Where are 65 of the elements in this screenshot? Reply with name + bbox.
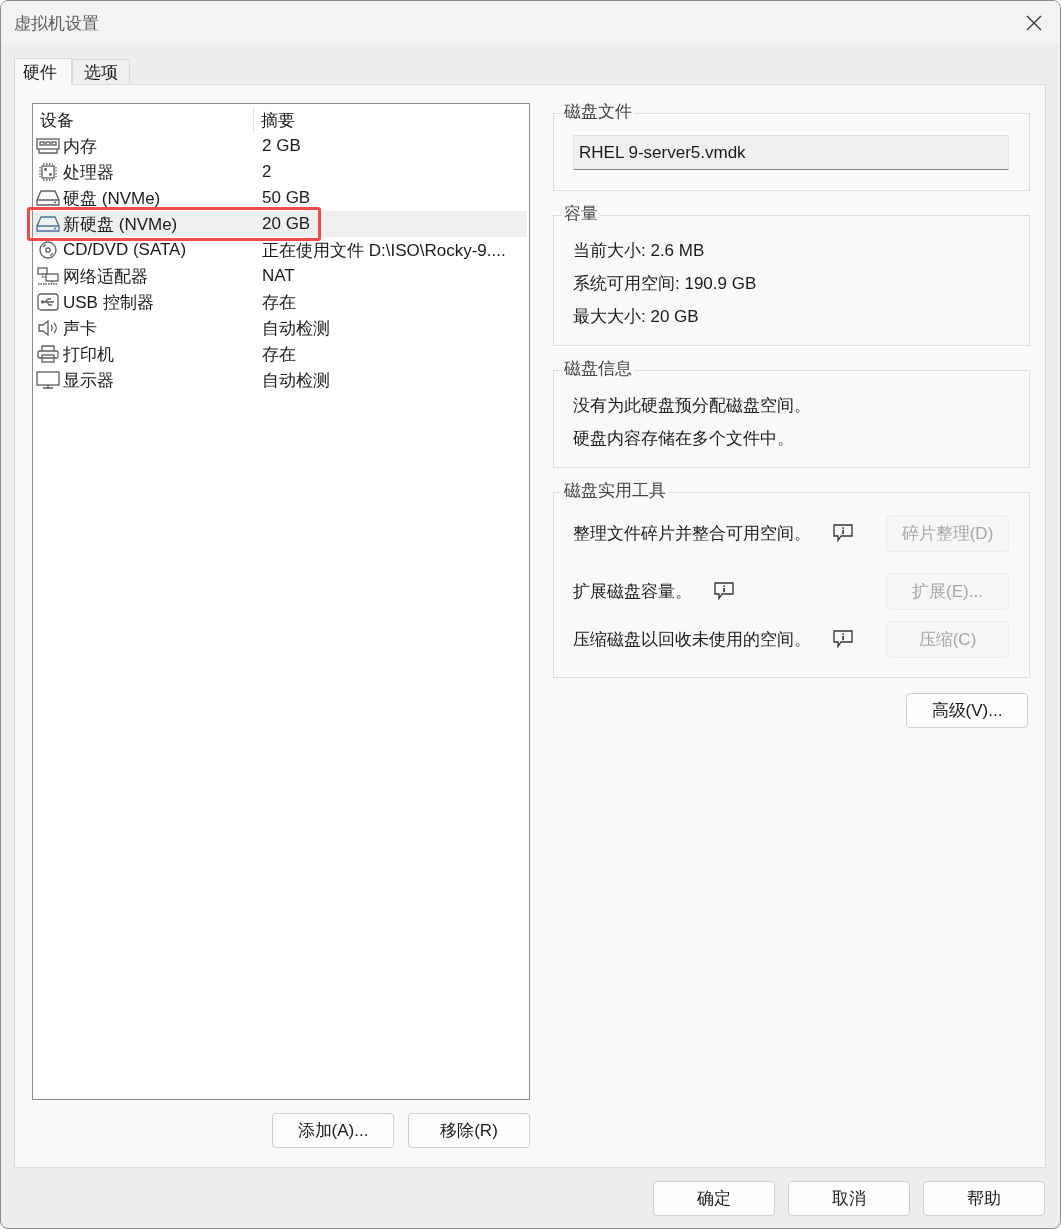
chip-icon xyxy=(36,163,60,181)
device-summary: 存在 xyxy=(261,343,297,366)
tab[interactable]: 选项 xyxy=(72,59,130,84)
device-name: 处理器 xyxy=(63,161,114,184)
device-summary: 自动检测 xyxy=(261,369,331,392)
group-title: 磁盘文件 xyxy=(562,102,634,122)
device-name: USB 控制器 xyxy=(63,291,154,314)
group-title: 磁盘信息 xyxy=(562,359,634,379)
column-header: 摘要 xyxy=(260,109,296,132)
tab[interactable]: 硬件 xyxy=(14,58,72,85)
device-row[interactable]: 处理器 2 xyxy=(33,159,527,185)
monitor-icon xyxy=(36,371,60,389)
device-row[interactable]: 声卡 自动检测 xyxy=(33,315,527,341)
device-name: 显示器 xyxy=(63,369,114,392)
device-name: 新硬盘 (NVMe) xyxy=(63,213,178,236)
info-text: 没有为此硬盘预分配磁盘空间。 xyxy=(573,395,812,417)
device-row[interactable]: 显示器 自动检测 xyxy=(33,367,527,393)
info-icon[interactable] xyxy=(714,582,734,600)
device-summary: 自动检测 xyxy=(261,317,331,340)
disc-icon xyxy=(36,241,60,259)
advanced-button[interactable]: 高级(V)... xyxy=(906,693,1028,728)
device-row[interactable]: CD/DVD (SATA) 正在使用文件 D:\ISO\Rocky-9.... xyxy=(33,237,527,263)
device-name: 打印机 xyxy=(63,343,114,366)
device-summary: 正在使用文件 D:\ISO\Rocky-9.... xyxy=(261,239,507,262)
capacity-text: 最大大小: 20 GB xyxy=(573,306,700,328)
device-row[interactable]: 硬盘 (NVMe) 50 GB xyxy=(33,185,527,211)
device-name: 网络适配器 xyxy=(63,265,148,288)
info-text: 硬盘内容存储在多个文件中。 xyxy=(573,428,795,450)
capacity-text: 当前大小: 2.6 MB xyxy=(573,240,706,262)
utility-description: 扩展磁盘容量。 xyxy=(573,580,692,603)
device-row[interactable]: USB 控制器 存在 xyxy=(33,289,527,315)
device-summary: 50 GB xyxy=(261,188,312,208)
file-path-field[interactable]: RHEL 9-server5.vmdk xyxy=(573,135,1009,170)
device-summary: 2 GB xyxy=(261,136,302,156)
device-name: 声卡 xyxy=(63,317,97,340)
utility-description: 整理文件碎片并整合可用空间。 xyxy=(573,522,811,545)
window-title: 虚拟机设置 xyxy=(14,12,99,35)
device-name: 硬盘 (NVMe) xyxy=(63,187,161,210)
device-row[interactable]: 网络适配器 NAT xyxy=(33,263,527,289)
device-name: CD/DVD (SATA) xyxy=(63,240,187,260)
device-summary: 2 xyxy=(261,162,273,182)
info-icon[interactable] xyxy=(833,630,853,648)
utility-description: 压缩磁盘以回收未使用的空间。 xyxy=(573,628,811,651)
device-name: 内存 xyxy=(63,135,97,158)
ok-button[interactable]: 确定 xyxy=(653,1181,775,1216)
speaker-icon xyxy=(36,319,60,337)
group-title: 容量 xyxy=(562,204,600,224)
help-button[interactable]: 帮助 xyxy=(923,1181,1045,1216)
column-header: 设备 xyxy=(33,107,254,133)
cancel-button[interactable]: 取消 xyxy=(788,1181,910,1216)
group-title: 磁盘实用工具 xyxy=(562,481,668,501)
device-summary: 20 GB xyxy=(261,214,312,234)
network-icon xyxy=(36,267,60,285)
device-row[interactable]: 内存 2 GB xyxy=(33,133,527,159)
add-button[interactable]: 添加(A)... xyxy=(272,1113,394,1148)
usb-icon xyxy=(36,293,60,311)
capacity-text: 系统可用空间: 190.9 GB xyxy=(573,273,758,295)
close-icon[interactable] xyxy=(1026,15,1042,31)
remove-button[interactable]: 移除(R) xyxy=(408,1113,530,1148)
device-row[interactable]: 打印机 存在 xyxy=(33,341,527,367)
info-icon[interactable] xyxy=(833,524,853,542)
memory-icon xyxy=(36,137,60,155)
device-summary: NAT xyxy=(261,266,296,286)
printer-icon xyxy=(36,345,60,363)
device-summary: 存在 xyxy=(261,291,297,314)
